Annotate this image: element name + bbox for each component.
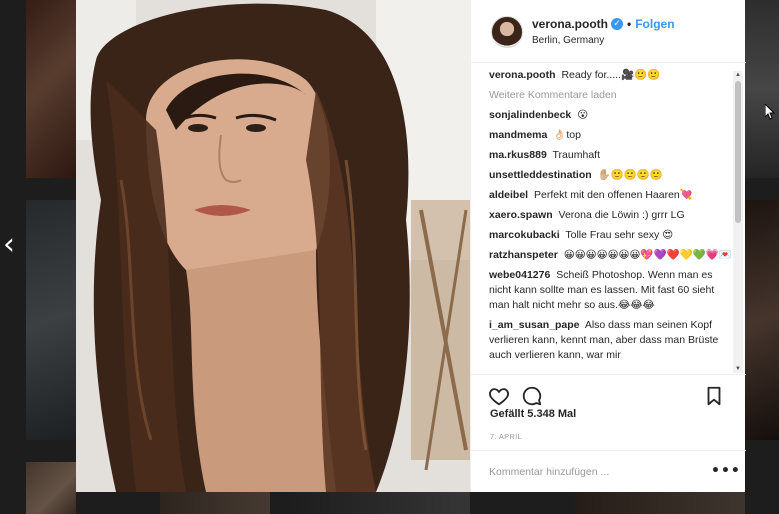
avatar[interactable]	[491, 16, 523, 48]
comment-username[interactable]: xaero.spawn	[489, 209, 553, 221]
add-comment-bar: •••	[471, 450, 746, 492]
comment-text: 👌🏻top	[553, 129, 581, 141]
comment-text: 😀😀😀😀😀😀😀💖💜❤️💛💚💗💌	[563, 249, 732, 261]
heart-outline-icon[interactable]	[488, 385, 510, 407]
comment-username[interactable]: i_am_susan_pape	[489, 319, 579, 331]
list-item: ratzhanspeter 😀😀😀😀😀😀😀💖💜❤️💛💚💗💌	[489, 248, 737, 263]
post-modal: verona.pooth ✓ • Folgen Berlin, Germany …	[76, 0, 746, 492]
comment-text: ✋🏼🙂🙂🙂🙂	[597, 169, 663, 181]
follow-button[interactable]: Folgen	[635, 17, 674, 31]
comment-username[interactable]: sonjalindenbeck	[489, 109, 571, 121]
post-header: verona.pooth ✓ • Folgen Berlin, Germany	[471, 0, 746, 63]
comment-username[interactable]: mandmema	[489, 129, 547, 141]
scroll-up-arrow-icon[interactable]: ▲	[733, 71, 743, 79]
previous-post-arrow-icon[interactable]: ‹	[3, 230, 15, 260]
list-item: mandmema 👌🏻top	[489, 128, 737, 143]
list-item: sonjalindenbeck 😮	[489, 108, 737, 123]
separator-dot: •	[627, 17, 632, 31]
comments-scrollbar[interactable]: ▲ ▼	[733, 71, 743, 373]
load-more-comments-link[interactable]: Weitere Kommentare laden	[489, 88, 737, 103]
caption: verona.pooth Ready for.....🎥🙂🙂	[489, 68, 737, 83]
comment-username[interactable]: marcokubacki	[489, 229, 560, 241]
list-item: webe041276 Scheiß Photoshop. Wenn man es…	[489, 268, 737, 313]
comment-username[interactable]: unsettleddestination	[489, 169, 592, 181]
comment-text: Ready for.....🎥🙂🙂	[561, 69, 661, 81]
comment-username[interactable]: aldeibel	[489, 189, 528, 201]
post-photo-illustration	[76, 0, 470, 492]
comment-username[interactable]: verona.pooth	[489, 69, 556, 81]
post-details-panel: verona.pooth ✓ • Folgen Berlin, Germany …	[470, 0, 746, 492]
comment-text: Tolle Frau sehr sexy 😍	[565, 229, 674, 241]
list-item: i_am_susan_pape Also dass man seinen Kop…	[489, 318, 737, 363]
list-item: unsettleddestination ✋🏼🙂🙂🙂🙂	[489, 168, 737, 183]
more-options-icon[interactable]: •••	[711, 463, 741, 479]
post-photo[interactable]	[76, 0, 470, 492]
comment-text: Perfekt mit den offenen Haaren💘	[534, 189, 693, 201]
comment-text: 😮	[577, 109, 589, 121]
likes-count[interactable]: Gefällt 5.348 Mal	[490, 408, 576, 420]
comment-username[interactable]: ratzhanspeter	[489, 249, 558, 261]
comment-text: Traumhaft	[552, 149, 600, 161]
scroll-down-arrow-icon[interactable]: ▼	[733, 365, 743, 373]
username-link[interactable]: verona.pooth	[532, 17, 608, 31]
header-user-line: verona.pooth ✓ • Folgen	[532, 17, 675, 31]
add-comment-input[interactable]	[489, 464, 689, 480]
list-item: aldeibel Perfekt mit den offenen Haaren💘	[489, 188, 737, 203]
mouse-cursor-icon	[765, 104, 775, 120]
verified-badge-icon: ✓	[611, 18, 624, 30]
list-item: ma.rkus889 Traumhaft	[489, 148, 737, 163]
list-item: marcokubacki Tolle Frau sehr sexy 😍	[489, 228, 737, 243]
comment-username[interactable]: webe041276	[489, 269, 550, 281]
comment-username[interactable]: ma.rkus889	[489, 149, 547, 161]
post-date[interactable]: 7. APRIL	[490, 432, 522, 441]
speech-bubble-icon[interactable]	[521, 385, 543, 407]
location-link[interactable]: Berlin, Germany	[532, 35, 604, 46]
list-item: xaero.spawn Verona die Löwin :) grrr LG	[489, 208, 737, 223]
comment-text: Verona die Löwin :) grrr LG	[558, 209, 685, 221]
scrollbar-thumb[interactable]	[735, 81, 741, 223]
bookmark-icon[interactable]	[703, 385, 725, 407]
comments-list[interactable]: verona.pooth Ready for.....🎥🙂🙂 Weitere K…	[489, 68, 737, 373]
